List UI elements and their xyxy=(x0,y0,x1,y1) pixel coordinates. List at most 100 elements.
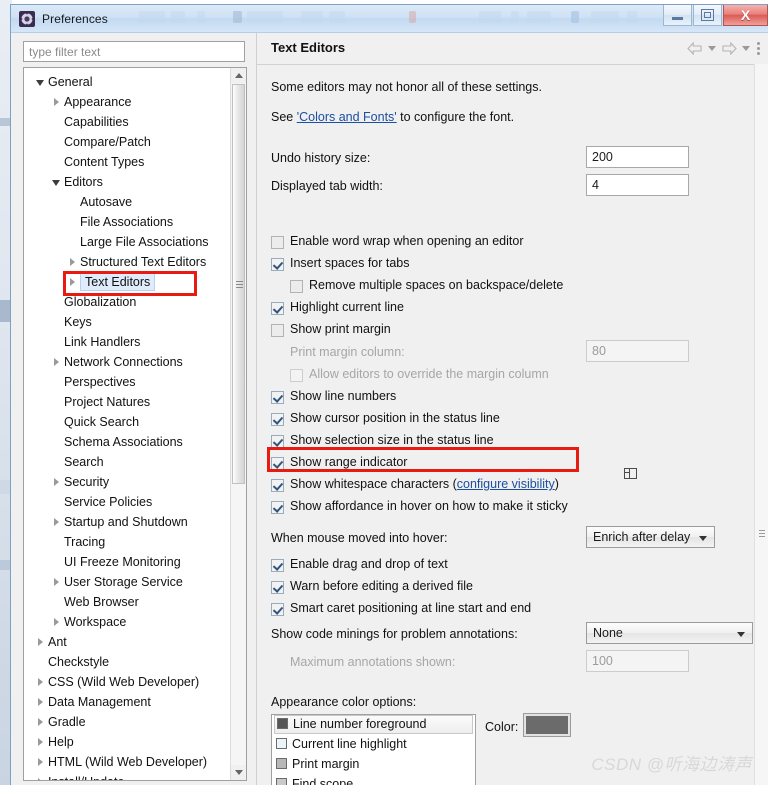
twisty-collapsed-icon[interactable] xyxy=(34,692,46,712)
max-annotations-input[interactable]: 100 xyxy=(586,650,689,672)
twisty-collapsed-icon[interactable] xyxy=(50,612,62,632)
sidebar-item-service-policies[interactable]: Service Policies xyxy=(24,492,232,512)
undo-history-input[interactable]: 200 xyxy=(586,146,689,168)
preferences-tree[interactable]: General Appearance Capabilities Compare/Pat… xyxy=(23,67,247,781)
checkbox-remove-multiple-spaces[interactable] xyxy=(290,280,303,293)
sidebar-item-comparepatch[interactable]: Compare/Patch xyxy=(24,132,232,152)
color-swatch-button[interactable] xyxy=(523,713,571,737)
sidebar-item-large-file-associations[interactable]: Large File Associations xyxy=(24,232,232,252)
scrollbar-thumb[interactable] xyxy=(232,84,245,484)
sidebar-item-network-connections[interactable]: Network Connections xyxy=(24,352,232,372)
checkbox-warn-derived-file[interactable] xyxy=(271,581,284,594)
sidebar-item-content-types[interactable]: Content Types xyxy=(24,152,232,172)
checkbox-show-selection-size[interactable] xyxy=(271,435,284,448)
checkbox-show-cursor-position[interactable] xyxy=(271,413,284,426)
checkbox-show-whitespace-characters[interactable] xyxy=(271,479,284,492)
scroll-up-button[interactable] xyxy=(231,68,246,83)
sidebar-item-html-wild-web-developer[interactable]: HTML (Wild Web Developer) xyxy=(24,752,232,772)
back-history-chevron-down-icon[interactable] xyxy=(708,45,716,51)
checkbox-insert-spaces-for-tabs[interactable] xyxy=(271,258,284,271)
print-margin-column-input[interactable]: 80 xyxy=(586,340,689,362)
twisty-collapsed-icon[interactable] xyxy=(50,512,62,532)
back-arrow-icon[interactable] xyxy=(686,39,704,57)
twisty-collapsed-icon[interactable] xyxy=(34,772,46,780)
sidebar-item-structured-text-editors[interactable]: Structured Text Editors xyxy=(24,252,232,272)
sidebar-item-perspectives[interactable]: Perspectives xyxy=(24,372,232,392)
configure-visibility-link[interactable]: configure visibility xyxy=(457,477,555,491)
sidebar-item-general[interactable]: General xyxy=(24,72,232,92)
sidebar-item-ui-freeze-monitoring[interactable]: UI Freeze Monitoring xyxy=(24,552,232,572)
sidebar-item-checkstyle[interactable]: Checkstyle xyxy=(24,652,232,672)
sidebar-item-editors[interactable]: Editors xyxy=(24,172,232,192)
sidebar-item-security[interactable]: Security xyxy=(24,472,232,492)
checkbox-smart-caret[interactable] xyxy=(271,603,284,616)
color-option-row[interactable]: Find scope xyxy=(272,774,475,785)
window-controls: X xyxy=(662,5,768,27)
sidebar-item-keys[interactable]: Keys xyxy=(24,312,232,332)
checkbox-show-affordance-sticky[interactable] xyxy=(271,501,284,514)
minimize-button[interactable] xyxy=(663,5,692,26)
maximize-button[interactable] xyxy=(693,5,722,26)
sidebar-item-data-management[interactable]: Data Management xyxy=(24,692,232,712)
sidebar-item-schema-associations[interactable]: Schema Associations xyxy=(24,432,232,452)
filter-input[interactable]: type filter text xyxy=(23,41,245,62)
sidebar-item-globalization[interactable]: Globalization xyxy=(24,292,232,312)
tree-scrollbar[interactable] xyxy=(230,68,246,780)
forward-history-chevron-down-icon[interactable] xyxy=(742,45,750,51)
checkbox-show-range-indicator[interactable] xyxy=(271,457,284,470)
sidebar-item-gradle[interactable]: Gradle xyxy=(24,712,232,732)
sidebar-item-search[interactable]: Search xyxy=(24,452,232,472)
twisty-collapsed-icon[interactable] xyxy=(50,472,62,492)
sidebar-item-autosave[interactable]: Autosave xyxy=(24,192,232,212)
checkbox-highlight-current-line[interactable] xyxy=(271,302,284,315)
sidebar-item-installupdate[interactable]: Install/Update xyxy=(24,772,232,780)
twisty-expanded-icon[interactable] xyxy=(50,172,62,192)
forward-arrow-icon[interactable] xyxy=(720,39,738,57)
sidebar-item-label: Link Handlers xyxy=(64,335,141,349)
twisty-collapsed-icon[interactable] xyxy=(34,672,46,692)
twisty-collapsed-icon[interactable] xyxy=(50,92,62,112)
sidebar-item-css-wild-web-developer[interactable]: CSS (Wild Web Developer) xyxy=(24,672,232,692)
sidebar-item-help[interactable]: Help xyxy=(24,732,232,752)
sidebar-item-user-storage-service[interactable]: User Storage Service xyxy=(24,572,232,592)
close-button[interactable]: X xyxy=(723,5,768,26)
sidebar-item-project-natures[interactable]: Project Natures xyxy=(24,392,232,412)
scroll-down-button[interactable] xyxy=(231,765,246,780)
sidebar-item-workspace[interactable]: Workspace xyxy=(24,612,232,632)
twisty-collapsed-icon[interactable] xyxy=(34,732,46,752)
twisty-collapsed-icon[interactable] xyxy=(34,632,46,652)
twisty-collapsed-icon[interactable] xyxy=(50,572,62,592)
tab-width-input[interactable]: 4 xyxy=(586,174,689,196)
checkbox-allow-override-margin[interactable] xyxy=(290,369,303,382)
color-option-row[interactable]: Print margin xyxy=(272,754,475,774)
color-option-row[interactable]: Current line highlight xyxy=(272,734,475,754)
checkbox-show-print-margin[interactable] xyxy=(271,324,284,337)
twisty-collapsed-icon[interactable] xyxy=(50,352,62,372)
sidebar-item-quick-search[interactable]: Quick Search xyxy=(24,412,232,432)
hover-mode-dropdown[interactable]: Enrich after delay xyxy=(586,526,715,548)
code-minings-dropdown[interactable]: None xyxy=(586,622,753,644)
appearance-color-list[interactable]: Line number foreground Current line highl… xyxy=(271,714,476,785)
sidebar-item-capabilities[interactable]: Capabilities xyxy=(24,112,232,132)
checkbox-enable-word-wrap[interactable] xyxy=(271,236,284,249)
sidebar-item-file-associations[interactable]: File Associations xyxy=(24,212,232,232)
checkbox-show-line-numbers[interactable] xyxy=(271,391,284,404)
page-scrollbar[interactable] xyxy=(754,64,768,785)
twisty-collapsed-icon[interactable] xyxy=(66,272,78,292)
twisty-collapsed-icon[interactable] xyxy=(34,752,46,772)
sidebar-item-link-handlers[interactable]: Link Handlers xyxy=(24,332,232,352)
sidebar-item-text-editors[interactable]: Text Editors xyxy=(24,272,232,292)
checkbox-enable-drag-drop[interactable] xyxy=(271,559,284,572)
sidebar-item-ant[interactable]: Ant xyxy=(24,632,232,652)
label-enable-drag-drop: Enable drag and drop of text xyxy=(290,557,448,571)
sidebar-item-appearance[interactable]: Appearance xyxy=(24,92,232,112)
sidebar-item-tracing[interactable]: Tracing xyxy=(24,532,232,552)
sidebar-item-startup-and-shutdown[interactable]: Startup and Shutdown xyxy=(24,512,232,532)
twisty-collapsed-icon[interactable] xyxy=(34,712,46,732)
sidebar-item-web-browser[interactable]: Web Browser xyxy=(24,592,232,612)
twisty-expanded-icon[interactable] xyxy=(34,72,46,92)
twisty-collapsed-icon[interactable] xyxy=(66,252,78,272)
colors-and-fonts-link[interactable]: 'Colors and Fonts' xyxy=(297,110,397,124)
vertical-dots-icon[interactable] xyxy=(754,41,763,55)
color-option-row[interactable]: Line number foreground xyxy=(274,715,473,734)
